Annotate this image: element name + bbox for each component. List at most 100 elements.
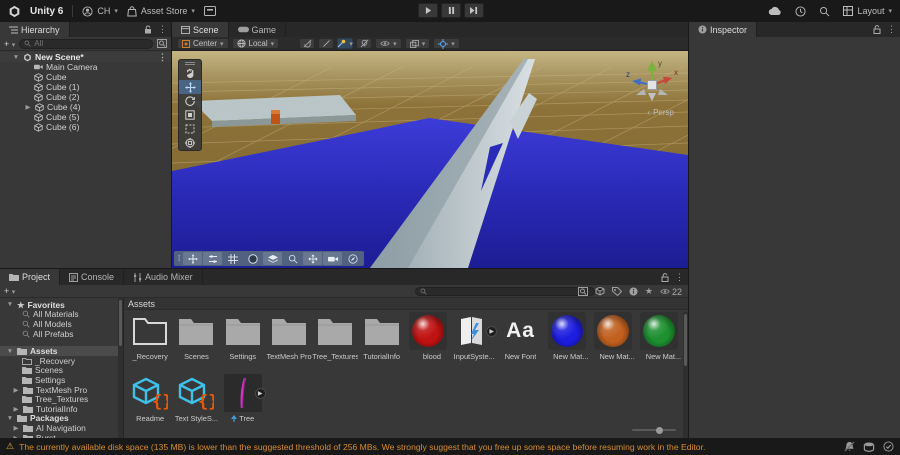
camera-settings-button[interactable]: ▾ bbox=[404, 38, 431, 49]
project-search-input[interactable] bbox=[430, 287, 590, 296]
tab-project[interactable]: Project bbox=[0, 269, 61, 285]
asset-item-font[interactable]: Aa New Font bbox=[497, 312, 543, 374]
assets-root[interactable]: ▼ Assets bbox=[0, 346, 118, 356]
unlock-icon[interactable] bbox=[873, 25, 881, 34]
asset-item[interactable]: Tree_Textures bbox=[312, 312, 358, 374]
hierarchy-item[interactable]: Cube (2) bbox=[0, 92, 171, 102]
pause-button[interactable] bbox=[441, 3, 461, 18]
search-window-icon[interactable] bbox=[577, 287, 588, 296]
favorite-item[interactable]: All Prefabs bbox=[0, 329, 118, 339]
folder-item[interactable]: Tree_Textures bbox=[0, 394, 118, 404]
move-overlay-button[interactable] bbox=[183, 252, 203, 265]
transform-tool-button[interactable] bbox=[179, 136, 201, 150]
asset-item[interactable]: TextMesh Pro bbox=[266, 312, 312, 374]
scene-lighting-button[interactable] bbox=[356, 38, 373, 49]
folder-item[interactable]: _Recovery bbox=[0, 356, 118, 366]
foldout-arrow-icon[interactable]: ▼ bbox=[6, 348, 14, 355]
perspective-toggle[interactable]: ‹ Persp bbox=[647, 108, 674, 117]
hidden-count-toggle[interactable]: 22 bbox=[660, 287, 682, 297]
info-filter-icon[interactable] bbox=[629, 287, 638, 296]
status-warning-text[interactable]: The currently available disk space (135 … bbox=[19, 442, 839, 452]
folder-item[interactable]: Settings bbox=[0, 375, 118, 385]
grid-visibility-button[interactable] bbox=[223, 252, 242, 265]
tab-scene[interactable]: Scene bbox=[172, 22, 229, 37]
slider-knob[interactable] bbox=[656, 426, 663, 434]
foldout-arrow-icon[interactable]: ▼ bbox=[6, 415, 14, 422]
project-search[interactable] bbox=[415, 287, 595, 296]
thumbnail-size-slider[interactable] bbox=[632, 426, 676, 434]
tab-game[interactable]: Game bbox=[229, 22, 287, 37]
cloud-icon[interactable] bbox=[768, 6, 782, 16]
account-menu[interactable]: CH ▾ bbox=[82, 5, 118, 17]
pivot-toggle[interactable]: Center ▾ bbox=[177, 38, 229, 49]
create-menu-button[interactable]: + ▾ bbox=[4, 39, 15, 49]
notifications-muted-icon[interactable] bbox=[844, 441, 855, 452]
create-menu-button[interactable]: + ▾ bbox=[4, 286, 15, 296]
packages-root[interactable]: ▼ Packages bbox=[0, 413, 118, 423]
tab-hierarchy[interactable]: Hierarchy bbox=[0, 22, 70, 37]
asset-item[interactable]: Scenes bbox=[173, 312, 219, 374]
lock-icon[interactable] bbox=[144, 25, 152, 34]
hierarchy-item[interactable]: ▶ Cube (4) bbox=[0, 102, 171, 112]
asset-item-material[interactable]: New Mat... bbox=[544, 312, 590, 374]
hierarchy-item[interactable]: Main Camera bbox=[0, 62, 171, 72]
tab-console[interactable]: Console bbox=[60, 269, 125, 285]
asset-item[interactable]: _Recovery bbox=[127, 312, 173, 374]
hierarchy-item[interactable]: Cube (6) bbox=[0, 122, 171, 132]
foldout-arrow-icon[interactable]: ▼ bbox=[12, 54, 20, 61]
hierarchy-search[interactable] bbox=[19, 38, 153, 49]
panel-menu-icon[interactable]: ⋮ bbox=[887, 24, 896, 35]
play-button[interactable] bbox=[418, 3, 438, 18]
increment-snap-button[interactable] bbox=[318, 38, 335, 49]
axis-neg-x-cone[interactable] bbox=[636, 89, 646, 95]
favorite-search-icon[interactable]: ★ bbox=[645, 286, 653, 297]
hierarchy-item[interactable]: Cube (1) bbox=[0, 82, 171, 92]
step-button[interactable] bbox=[464, 3, 484, 18]
axis-x-cone[interactable] bbox=[663, 76, 672, 85]
hierarchy-search-input[interactable] bbox=[34, 39, 148, 48]
package-search-icon[interactable] bbox=[595, 287, 605, 296]
gizmos-button[interactable]: ▾ bbox=[433, 38, 460, 49]
expand-badge[interactable]: ▶ bbox=[254, 388, 266, 399]
pan-overlay-button[interactable] bbox=[303, 252, 323, 265]
label-filter-icon[interactable] bbox=[611, 287, 622, 296]
asset-item-script[interactable]: {} Text StyleS... bbox=[173, 374, 219, 424]
lock-icon[interactable] bbox=[661, 273, 669, 282]
layout-menu[interactable]: Layout ▾ bbox=[843, 6, 892, 16]
scale-tool-button[interactable] bbox=[179, 108, 201, 122]
asset-item-tree[interactable]: ▶ Tree bbox=[220, 374, 266, 424]
asset-item[interactable]: Settings bbox=[220, 312, 266, 374]
snap-settings-button[interactable] bbox=[203, 252, 223, 265]
rotate-tool-button[interactable] bbox=[179, 94, 201, 108]
layers-button[interactable] bbox=[263, 252, 283, 265]
orientation-overlay-button[interactable] bbox=[343, 252, 362, 265]
foldout-arrow-icon[interactable]: ▼ bbox=[6, 301, 14, 308]
favorites-root[interactable]: ▼ ★ Favorites bbox=[0, 300, 118, 310]
grid-snap-button[interactable] bbox=[299, 38, 316, 49]
asset-item-material[interactable]: blood bbox=[405, 312, 451, 374]
foldout-arrow-icon[interactable]: ▶ bbox=[24, 103, 32, 111]
axis-z-cone[interactable] bbox=[632, 78, 641, 86]
panel-menu-icon[interactable]: ⋮ bbox=[158, 24, 167, 35]
search-icon[interactable] bbox=[819, 6, 830, 17]
package-item[interactable]: ▶ AI Navigation bbox=[0, 423, 118, 433]
assets-grid-scrollbar[interactable] bbox=[683, 312, 688, 438]
foldout-arrow-icon[interactable]: ▶ bbox=[12, 386, 20, 394]
asset-item[interactable]: TutorialInfo bbox=[358, 312, 404, 374]
cache-server-icon[interactable] bbox=[863, 442, 875, 452]
asset-store-menu[interactable]: Asset Store ▾ bbox=[127, 5, 195, 17]
foldout-arrow-icon[interactable]: ▶ bbox=[12, 424, 20, 432]
tool-settings-button[interactable]: ▾ bbox=[337, 38, 354, 49]
asset-item-input-actions[interactable]: ▶ InputSyste... bbox=[451, 312, 498, 374]
scene-viewport[interactable]: y x z ‹ Persp ⁞ bbox=[172, 51, 688, 268]
scene-visibility-button[interactable]: ▾ bbox=[375, 38, 402, 49]
archive-icon[interactable] bbox=[203, 6, 216, 16]
folder-item[interactable]: ▶ TutorialInfo bbox=[0, 404, 118, 414]
tab-inspector[interactable]: Inspector bbox=[689, 22, 758, 37]
axis-y-cone[interactable] bbox=[647, 61, 657, 71]
folder-item[interactable]: ▶ TextMesh Pro bbox=[0, 385, 118, 395]
asset-item-material[interactable]: New Mat... bbox=[590, 312, 636, 374]
foldout-arrow-icon[interactable]: ▶ bbox=[12, 405, 20, 413]
rect-tool-button[interactable] bbox=[179, 122, 201, 136]
hierarchy-item[interactable]: Cube (5) bbox=[0, 112, 171, 122]
